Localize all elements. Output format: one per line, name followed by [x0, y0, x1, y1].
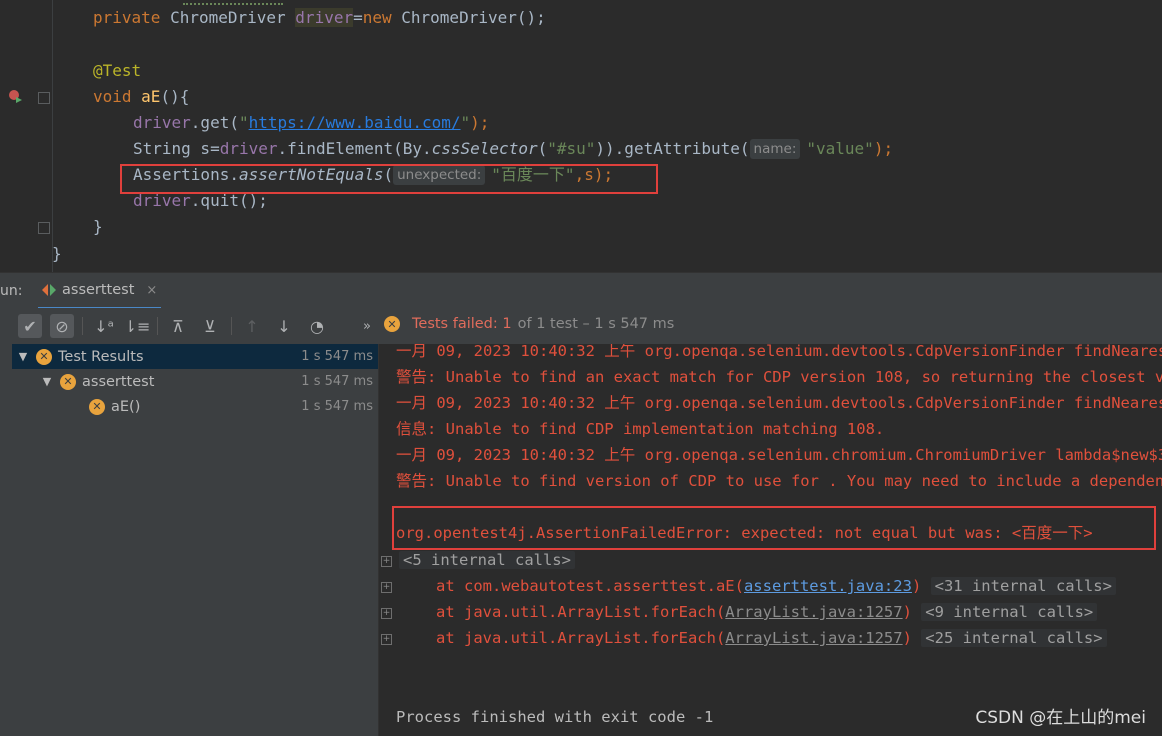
sort-alphabetically-icon[interactable]: ↓ᵃ [92, 314, 116, 338]
tree-item-time: 1 s 547 ms [301, 374, 373, 389]
expand-fold-icon[interactable]: + [381, 608, 392, 619]
failed-icon: ✕ [384, 316, 400, 332]
next-failed-icon[interactable]: ↓ [272, 314, 296, 338]
status-summary-text: of 1 test – 1 s 547 ms [517, 316, 675, 332]
console-line: 信息: Unable to find CDP implementation ma… [396, 420, 885, 438]
internal-calls[interactable]: <9 internal calls> [921, 603, 1098, 621]
driver-field-ref: driver [295, 8, 354, 27]
code-line-close-method[interactable]: } [93, 215, 103, 239]
collapse-all-icon[interactable]: ⊻ [198, 314, 222, 338]
run-tab-label: asserttest [62, 282, 135, 298]
tree-item-label: asserttest [82, 373, 155, 390]
source-link[interactable]: ArrayList.java:1257 [725, 603, 902, 621]
toolbar-separator [231, 317, 232, 335]
source-link[interactable]: asserttest.java:23 [744, 577, 912, 595]
stack-frame-line: at java.util.ArrayList.forEach(ArrayList… [436, 599, 1098, 625]
show-ignored-icon[interactable]: ⊘ [50, 314, 74, 338]
show-passed-icon[interactable]: ✔ [18, 314, 42, 338]
code-line-close-class[interactable]: } [52, 242, 62, 266]
expand-fold-icon[interactable]: + [381, 556, 392, 567]
expand-fold-icon[interactable]: + [381, 582, 392, 593]
stack-frame-line: at com.webautotest.asserttest.aE(assertt… [436, 573, 1116, 599]
code-line-field[interactable]: private ChromeDriver driver=new ChromeDr… [93, 6, 546, 30]
tree-item-asserttest[interactable]: ▼ ✕ asserttest 1 s 547 ms [12, 369, 378, 394]
gutter-divider [52, 0, 53, 272]
stack-frame-line: at java.util.ArrayList.forEach(ArrayList… [436, 625, 1107, 651]
internal-calls[interactable]: <31 internal calls> [930, 577, 1116, 595]
console-line: 一月 09, 2023 10:40:32 上午 org.openqa.selen… [396, 344, 1162, 360]
source-link[interactable]: ArrayList.java:1257 [725, 629, 902, 647]
fold-marker[interactable] [38, 222, 50, 234]
console-line: 一月 09, 2023 10:40:32 上午 org.openqa.selen… [396, 394, 1162, 412]
failed-icon: ✕ [60, 373, 76, 390]
code-line-find[interactable]: String s=driver.findElement(By.cssSelect… [133, 137, 893, 161]
run-tab-asserttest[interactable]: asserttest × [38, 273, 162, 310]
param-hint-name: name: [749, 139, 801, 159]
tree-item-time: 1 s 547 ms [301, 349, 373, 364]
sort-by-duration-icon[interactable]: ⇂≡ [124, 314, 151, 338]
console-line: 警告: Unable to find version of CDP to use… [396, 472, 1162, 490]
test-status: ✕ Tests failed: 1 of 1 test – 1 s 547 ms [384, 316, 674, 332]
chevron-down-icon[interactable]: ▼ [40, 375, 54, 388]
highlight-box-error [392, 506, 1156, 550]
process-exit-line: Process finished with exit code -1 [396, 708, 714, 726]
toolbar-separator [157, 317, 158, 335]
toolbar-separator [82, 317, 83, 335]
test-history-icon[interactable]: ◔ [305, 314, 329, 338]
run-test-failed-icon[interactable] [8, 89, 22, 103]
tree-item-test-results[interactable]: ▼ ✕ Test Results 1 s 547 ms [12, 344, 378, 369]
left-tool-strip [0, 344, 12, 736]
code-line-annotation[interactable]: @Test [93, 59, 141, 83]
warning-underline [183, 0, 283, 5]
chevron-down-icon[interactable]: ▼ [16, 350, 30, 363]
status-failed-text: Tests failed: 1 [412, 316, 512, 332]
expand-fold-icon[interactable]: + [381, 634, 392, 645]
test-runner-toolbar: ✔ ⊘ ↓ᵃ ⇂≡ ⊼ ⊻ ↑ ↓ ◔ » ✕ Tests failed: 1 … [0, 308, 1162, 344]
fold-marker[interactable] [38, 92, 50, 104]
url-link: https://www.baidu.com/ [248, 113, 461, 132]
console-line: 一月 09, 2023 10:40:32 上午 org.openqa.selen… [396, 446, 1162, 464]
console-output[interactable]: 一月 09, 2023 10:40:32 上午 org.openqa.selen… [379, 344, 1162, 736]
watermark: CSDN @在上山的mei [975, 708, 1146, 728]
previous-failed-icon[interactable]: ↑ [240, 314, 264, 338]
code-editor[interactable]: private ChromeDriver driver=new ChromeDr… [0, 0, 1162, 272]
code-line-get[interactable]: driver.get("https://www.baidu.com/"); [133, 111, 489, 135]
console-line: 警告: Unable to find an exact match for CD… [396, 368, 1162, 386]
internal-calls[interactable]: <25 internal calls> [921, 629, 1107, 647]
run-label: un: [0, 283, 23, 299]
expand-all-icon[interactable]: ⊼ [166, 314, 190, 338]
tree-item-time: 1 s 547 ms [301, 399, 373, 414]
tree-item-label: aE() [111, 398, 141, 415]
run-tool-header: un: asserttest × [0, 272, 1162, 310]
tree-item-label: Test Results [58, 348, 144, 365]
failed-icon: ✕ [89, 398, 105, 415]
more-actions-icon[interactable]: » [355, 314, 379, 338]
close-tab-icon[interactable]: × [146, 283, 157, 298]
failed-icon: ✕ [36, 348, 52, 365]
code-line-method[interactable]: void aE(){ [93, 85, 189, 109]
tree-item-ae[interactable]: ✕ aE() 1 s 547 ms [12, 394, 378, 419]
code-line-quit[interactable]: driver.quit(); [133, 189, 268, 213]
internal-calls-line[interactable]: <5 internal calls> [399, 547, 575, 573]
test-config-icon [42, 284, 56, 296]
test-results-tree[interactable]: ▼ ✕ Test Results 1 s 547 ms ▼ ✕ assertte… [12, 344, 378, 736]
